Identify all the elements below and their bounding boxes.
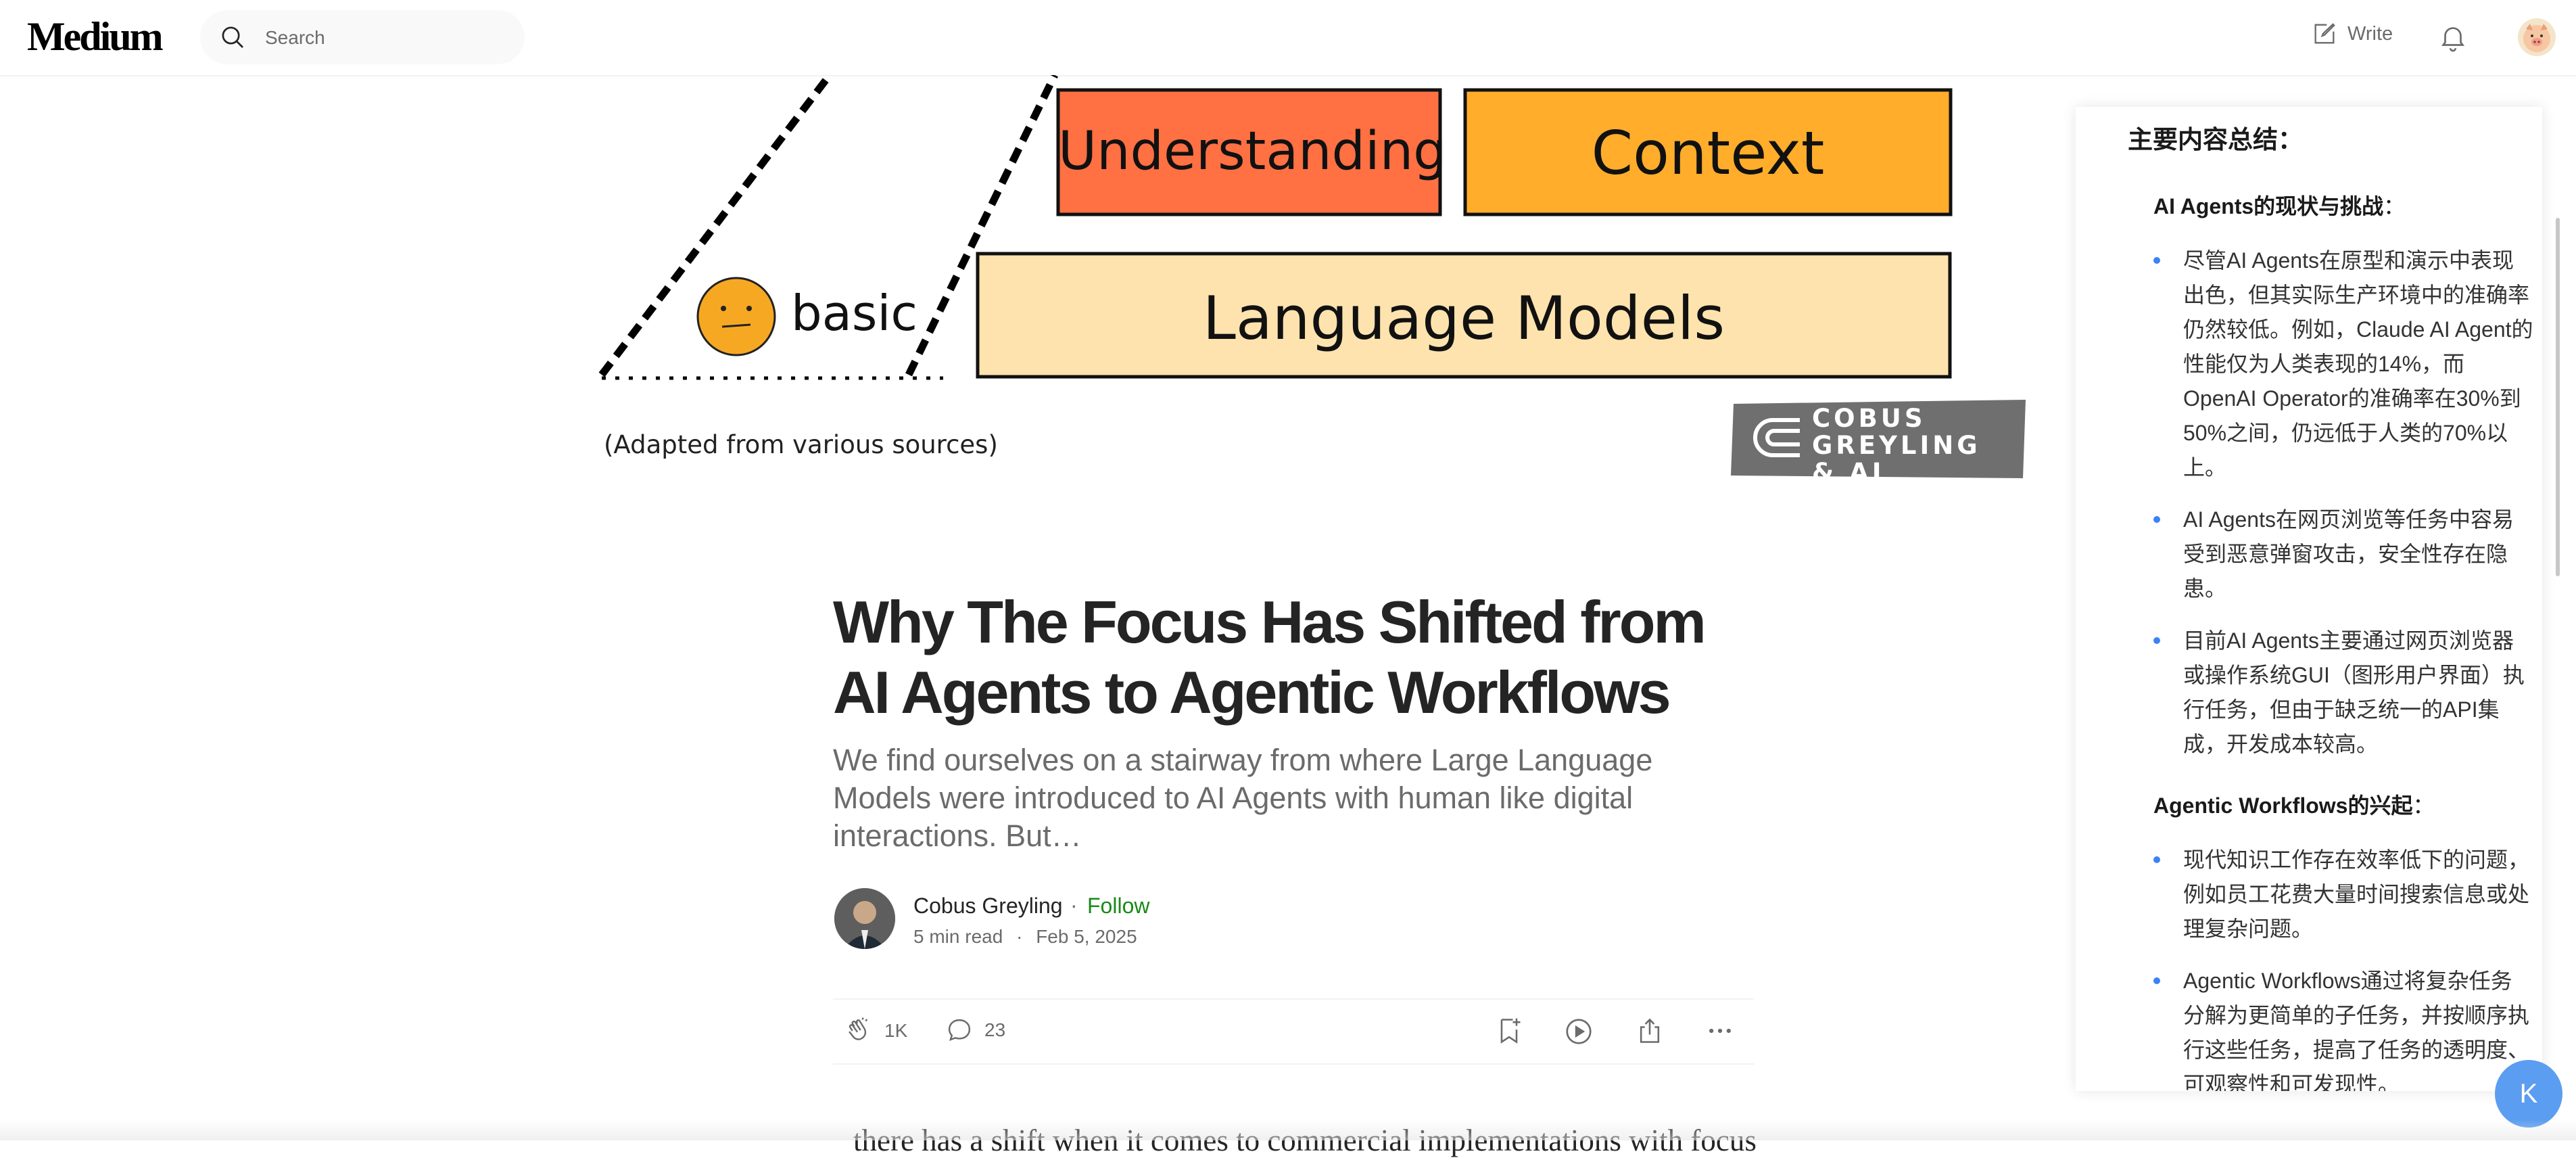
search-icon — [222, 26, 243, 48]
section-title-text: AI Agents的现状与挑战 — [2153, 194, 2384, 218]
context-label: Context — [1591, 118, 1825, 188]
top-navigation-bar: Medium Write — [0, 0, 2576, 76]
watermark-line-1: COBUS GREYLING — [1812, 404, 1981, 460]
write-button[interactable]: Write — [2311, 20, 2393, 47]
summary-side-panel[interactable]: 主要内容总结： AI Agents的现状与挑战： 尽管AI Agents在原型和… — [2076, 107, 2542, 1091]
summary-bullet: 尽管AI Agents在原型和演示中表现出色，但其实际生产环境中的准确率仍然较低… — [2128, 244, 2533, 485]
understanding-label: Understanding — [1058, 121, 1447, 182]
more-options-icon[interactable] — [1705, 1016, 1735, 1046]
summary-bullet: AI Agents在网页浏览等任务中容易受到恶意弹窗攻击，安全性存在隐患。 — [2128, 503, 2533, 606]
responses-button[interactable]: 23 — [945, 1016, 1005, 1044]
summary-bullet-list: 现代知识工作存在效率低下的问题，例如员工花费大量时间搜索信息或处理复杂问题。 A… — [2128, 843, 2533, 1091]
summary-bullet: 现代知识工作存在效率低下的问题，例如员工花费大量时间搜索信息或处理复杂问题。 — [2128, 843, 2533, 946]
article-action-bar: 1K 23 — [833, 998, 1754, 1065]
language-models-label: Language Models — [1202, 283, 1725, 353]
watermark-text: COBUS GREYLING & AI — [1812, 405, 2026, 486]
separator-dot: · — [1070, 893, 1078, 917]
clap-icon — [849, 1017, 868, 1040]
summary-bullet: Agentic Workflows通过将复杂任务分解为更简单的子任务，并按顺序执… — [2128, 964, 2533, 1091]
author-photo-icon — [834, 888, 895, 949]
listen-play-icon[interactable] — [1563, 1016, 1594, 1047]
hero-caption: (Adapted from various sources) — [604, 430, 998, 459]
author-avatar[interactable] — [834, 888, 895, 949]
write-label: Write — [2347, 22, 2393, 45]
follow-button[interactable]: Follow — [1087, 894, 1149, 919]
user-avatar[interactable] — [2518, 18, 2556, 56]
article-meta: 5 min read · Feb 5, 2025 — [913, 926, 1137, 948]
section-title-suffix: ： — [2383, 194, 2406, 218]
pig-avatar-icon — [2523, 24, 2550, 52]
neutral-face-icon — [696, 277, 776, 356]
clap-count: 1K — [884, 1020, 908, 1041]
search-input[interactable] — [264, 22, 510, 53]
summary-bullet: 目前AI Agents主要通过网页浏览器或操作系统GUI（图形用户界面）执行任务… — [2128, 624, 2533, 762]
summary-section-title: AI Agents的现状与挑战： — [2153, 189, 2533, 221]
bookmark-add-icon[interactable] — [1494, 1016, 1524, 1046]
clap-button[interactable]: 1K — [844, 1016, 907, 1046]
watermark: COBUS GREYLING & AI — [1731, 400, 2026, 486]
basic-label: basic — [791, 285, 917, 342]
search-box[interactable] — [200, 10, 525, 64]
summary-heading: 主要内容总结： — [2128, 126, 2303, 154]
watermark-line-2: & AI — [1812, 458, 1885, 487]
assistant-fab-button[interactable]: K — [2495, 1060, 2562, 1128]
write-icon — [2314, 23, 2335, 44]
summary-bullet-list: 尽管AI Agents在原型和演示中表现出色，但其实际生产环境中的准确率仍然较低… — [2128, 244, 2533, 762]
medium-logo[interactable]: Medium — [27, 14, 164, 60]
share-icon[interactable] — [1635, 1016, 1665, 1046]
hero-image: Understanding Context Language Models ba… — [0, 75, 2076, 522]
read-time: 5 min read — [913, 926, 1003, 947]
bottom-shadow — [0, 1119, 2576, 1140]
article-subtitle: We find ourselves on a stairway from whe… — [833, 743, 1653, 853]
article-title: Why The Focus Has Shifted from AI Agents… — [833, 588, 1707, 726]
summary-scrollbar[interactable] — [2556, 218, 2560, 576]
summary-section-title: Agentic Workflows的兴起： — [2153, 789, 2533, 820]
author-name[interactable]: Cobus Greyling — [913, 894, 1063, 919]
section-title-suffix: ： — [2412, 793, 2435, 818]
comment-icon — [948, 1019, 971, 1042]
section-title-text: Agentic Workflows的兴起 — [2153, 793, 2413, 818]
notifications-bell-icon[interactable] — [2437, 22, 2468, 53]
meta-separator: · — [1016, 926, 1023, 947]
summary-content: 主要内容总结： AI Agents的现状与挑战： 尽管AI Agents在原型和… — [2128, 119, 2533, 1091]
responses-count: 23 — [984, 1019, 1006, 1040]
publish-date: Feb 5, 2025 — [1036, 926, 1137, 947]
